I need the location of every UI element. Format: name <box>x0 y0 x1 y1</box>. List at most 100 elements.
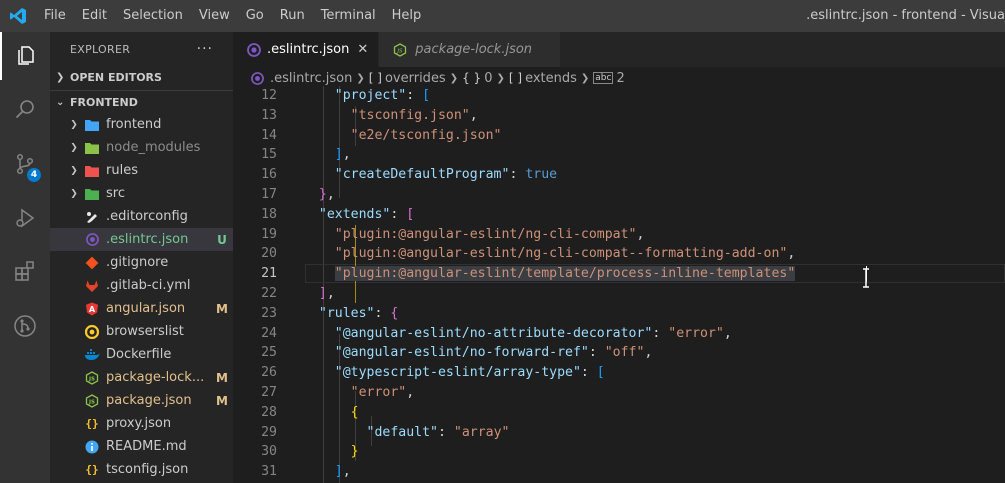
folder-icon <box>84 163 100 179</box>
chevron-right-icon: ❯ <box>356 72 365 84</box>
file-item[interactable]: JS package.json M <box>50 389 233 412</box>
tab-eslintrc[interactable]: .eslintrc.json ✕ <box>233 32 380 67</box>
code-line: 14 "e2e/tsconfig.json" <box>233 126 1005 146</box>
folder-item[interactable]: ❯ rules <box>50 159 233 182</box>
breadcrumb-file[interactable]: .eslintrc.json <box>270 71 352 86</box>
chevron-right-icon: ❯ <box>496 72 505 84</box>
file-item[interactable]: .gitignore <box>50 251 233 274</box>
frontend-title: FRONTEND <box>70 95 138 109</box>
line-number: 28 <box>261 404 277 420</box>
search-icon[interactable] <box>0 85 50 133</box>
menu-item-go[interactable]: Go <box>238 0 272 32</box>
code-token: [ <box>406 206 415 222</box>
file-item[interactable]: Dockerfile <box>50 343 233 366</box>
git-graph-icon[interactable] <box>0 302 50 350</box>
file-item[interactable]: browserslist <box>50 320 233 343</box>
menu-item-terminal[interactable]: Terminal <box>313 0 384 32</box>
line-number: 17 <box>261 187 277 202</box>
chevron-right-icon: ❯ <box>70 119 78 130</box>
file-item[interactable]: README.md <box>50 435 233 458</box>
code-token: ] <box>318 286 327 301</box>
editorconfig-icon <box>84 209 100 225</box>
code-line: 23 "rules": { <box>233 304 1005 324</box>
file-label: Dockerfile <box>106 347 172 362</box>
file-label: README.md <box>106 439 187 454</box>
frontend-section[interactable]: ⌄ FRONTEND <box>50 90 233 113</box>
file-item[interactable]: .eslintrc.json U <box>50 228 233 251</box>
breadcrumb-extends[interactable]: extends <box>525 71 577 86</box>
code-text: ], <box>303 284 335 304</box>
code-token: "extends" <box>318 206 391 222</box>
file-item[interactable]: Aangular.json M <box>50 297 233 320</box>
close-icon[interactable]: ✕ <box>357 42 368 57</box>
folder-item[interactable]: ❯ frontend <box>50 113 233 136</box>
menu-item-edit[interactable]: Edit <box>74 0 115 32</box>
code-token: : <box>374 305 391 321</box>
title-bar: File Edit Selection View Go Run Terminal Help .… <box>0 0 1005 32</box>
more-actions-icon[interactable]: ··· <box>197 41 213 57</box>
code-text: "createDefaultProgram": true <box>303 165 557 185</box>
code-text: }, <box>303 185 335 205</box>
code-token: "error" <box>350 385 407 400</box>
run-debug-icon[interactable] <box>0 194 50 242</box>
breadcrumb-overrides[interactable]: overrides <box>385 71 446 86</box>
docker-icon <box>84 347 100 363</box>
code-token: "@typescript-eslint/array-type" <box>334 365 581 381</box>
file-item[interactable]: {} proxy.json <box>50 412 233 435</box>
line-number: 22 <box>261 286 277 301</box>
source-control-icon[interactable]: 4 <box>0 140 50 188</box>
explorer-icon[interactable] <box>0 32 50 80</box>
file-label: frontend <box>106 117 162 132</box>
line-number: 25 <box>261 345 277 361</box>
menu-item-file[interactable]: File <box>36 0 74 32</box>
code-token: "plugin:@angular-eslint/ng-cli-compat" <box>334 226 637 242</box>
code-text: "extends": [ <box>303 205 414 225</box>
open-editors-section[interactable]: ❯ OPEN EDITORS <box>50 66 233 88</box>
file-item[interactable]: .editorconfig <box>50 205 233 228</box>
scm-count-badge: 4 <box>27 168 41 182</box>
code-token: "project" <box>334 88 407 103</box>
nodejs-icon: JS <box>84 370 100 386</box>
code-line: 21 "plugin:@angular-eslint/template/proc… <box>233 264 1005 284</box>
menu-item-run[interactable]: Run <box>272 0 313 32</box>
breadcrumb-index[interactable]: 0 <box>484 71 492 86</box>
menu-item-help[interactable]: Help <box>384 0 430 32</box>
code-line: 15 ], <box>233 145 1005 165</box>
file-item[interactable]: {} tsconfig.json <box>50 458 233 481</box>
code-token: "rules" <box>318 305 375 321</box>
file-item[interactable]: .gitlab-ci.yml <box>50 274 233 297</box>
menu-item-selection[interactable]: Selection <box>115 0 191 32</box>
svg-text:JS: JS <box>88 376 95 382</box>
code-text: "default": "array" <box>303 423 510 443</box>
tab-package-lock[interactable]: JS package-lock.json <box>379 32 562 67</box>
code-token: : <box>588 345 605 361</box>
line-number: 12 <box>261 88 277 103</box>
extensions-icon[interactable] <box>0 247 50 295</box>
line-number: 24 <box>261 325 277 341</box>
folder-item[interactable]: ❯ src <box>50 182 233 205</box>
code-line: 19 "plugin:@angular-eslint/ng-cli-compat… <box>233 225 1005 245</box>
line-number: 20 <box>261 246 277 262</box>
explorer-title: EXPLORER <box>70 42 131 56</box>
code-line: 22 ], <box>233 284 1005 304</box>
code-line: 25 "@angular-eslint/no-forward-ref": "of… <box>233 343 1005 363</box>
code-token: "@angular-eslint/no-attribute-decorator" <box>334 325 653 341</box>
tab-label: .eslintrc.json <box>267 42 350 57</box>
code-token: "array" <box>453 424 510 440</box>
code-text: "@angular-eslint/no-forward-ref": "off", <box>303 343 653 363</box>
code-text: "plugin:@angular-eslint/ng-cli-compat", <box>303 225 645 245</box>
code-editor[interactable]: 12 "project": [13 "tsconfig.json", 14 "e2… <box>233 86 1005 483</box>
file-item[interactable]: JS package-lock... M <box>50 366 233 389</box>
folder-item[interactable]: ❯ node_modules <box>50 136 233 159</box>
editor-tabs: .eslintrc.json ✕ JS package-lock.json <box>233 32 1005 67</box>
menu-item-view[interactable]: View <box>191 0 238 32</box>
breadcrumb-item[interactable]: 2 <box>616 71 624 86</box>
